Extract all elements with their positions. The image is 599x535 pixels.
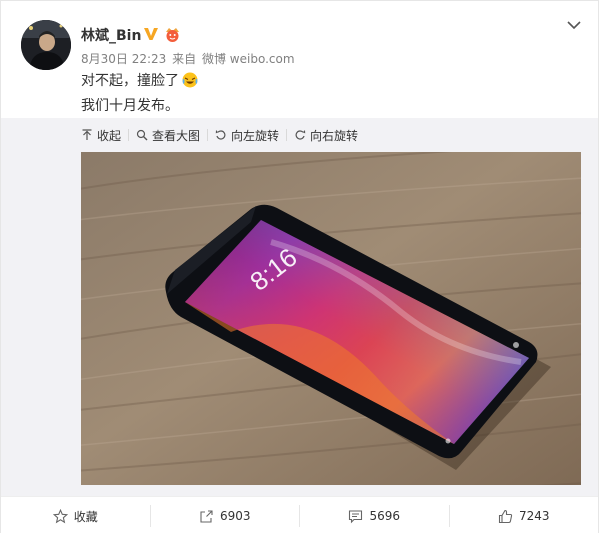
rotate-left-button[interactable]: 向左旋转 [208, 127, 286, 144]
weibo-post-card: 林斌_Bin 8月30日 22:23 来自 微博 weibo.com 对不起，撞… [0, 0, 599, 535]
comment-button[interactable]: 5696 [300, 505, 449, 527]
post-text-line-2: 我们十月发布。 [81, 98, 179, 114]
chevron-down-icon[interactable] [565, 18, 583, 32]
collapse-label: 收起 [97, 128, 122, 143]
collapse-button[interactable]: 收起 [81, 127, 128, 144]
post-source[interactable]: 微博 weibo.com [202, 52, 295, 66]
comment-count: 5696 [369, 509, 401, 523]
avatar[interactable] [21, 20, 71, 70]
post-text-line-1: 对不起，撞脸了 [81, 73, 179, 89]
star-icon [52, 508, 68, 523]
comment-icon [349, 509, 363, 523]
rotate-right-label: 向右旋转 [310, 128, 359, 143]
rotate-left-icon [215, 130, 226, 140]
arrow-up-icon [82, 129, 92, 140]
post-text: 对不起，撞脸了 我们十月发布。 [81, 69, 198, 119]
source-prefix: 来自 [172, 52, 197, 66]
author-name[interactable]: 林斌_Bin [81, 25, 141, 45]
repost-icon [200, 509, 213, 523]
rotate-left-label: 向左旋转 [231, 128, 280, 143]
view-large-label: 查看大图 [152, 128, 201, 143]
repost-button[interactable]: 6903 [151, 505, 300, 527]
view-large-button[interactable]: 查看大图 [129, 127, 207, 144]
repost-count: 6903 [219, 509, 251, 523]
like-count: 7243 [518, 509, 550, 523]
laugh-cry-emoji-icon [182, 72, 198, 88]
search-icon [136, 129, 148, 141]
image-toolbar: 收起 查看大图 向左旋转 向右旋转 [81, 125, 365, 145]
favorite-button[interactable]: 收藏 [1, 505, 150, 527]
post-image[interactable]: 8:16 [81, 152, 581, 485]
post-time[interactable]: 8月30日 22:23 [81, 52, 166, 66]
action-bar: 收藏 6903 5696 7243 [1, 496, 598, 535]
rotate-right-icon [295, 130, 306, 140]
favorite-label: 收藏 [73, 509, 98, 524]
avatar-photo [21, 20, 71, 70]
phone-photo: 8:16 [81, 152, 581, 485]
member-badge-icon[interactable] [164, 26, 181, 43]
post-text-line: 对不起，撞脸了 [81, 69, 198, 94]
thumbs-up-icon [498, 509, 513, 523]
like-button[interactable]: 7243 [450, 505, 599, 527]
rotate-right-button[interactable]: 向右旋转 [287, 127, 365, 144]
verified-badge-icon[interactable] [143, 26, 159, 42]
post-meta: 8月30日 22:23 来自 微博 weibo.com [81, 50, 297, 67]
